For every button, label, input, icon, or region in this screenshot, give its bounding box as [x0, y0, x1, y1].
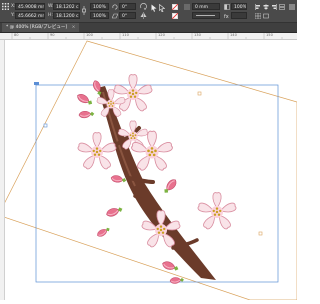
- flip-icon[interactable]: [140, 12, 147, 19]
- control-panel: X: 45.9008 mm Y: 45.6662 mm W: 18.1202 c…: [0, 0, 297, 23]
- stroke-none-slash-icon: [171, 12, 179, 20]
- opacity-field[interactable]: 100%: [231, 3, 247, 10]
- scale-y-field[interactable]: 100%: [90, 12, 109, 19]
- reference-point-icon[interactable]: [2, 3, 9, 10]
- select-tool-icon[interactable]: [151, 4, 157, 12]
- cherry-branch: [97, 86, 216, 280]
- scale-x-field[interactable]: 100%: [90, 3, 109, 10]
- close-tab-icon[interactable]: ×: [72, 25, 76, 30]
- selection-frame[interactable]: [35, 84, 279, 283]
- artboard-canvas[interactable]: [0, 40, 298, 301]
- rotate-handle[interactable]: [197, 91, 202, 96]
- grid-view-icon[interactable]: [254, 12, 262, 20]
- align-center-icon[interactable]: [263, 4, 269, 10]
- document-tab-title: * @ 400% [RGB/プレビュー]: [6, 25, 68, 30]
- distribute-icon[interactable]: [279, 4, 285, 10]
- rotated-bounding-box[interactable]: [0, 40, 298, 301]
- blend-mode-dropdown[interactable]: [231, 12, 247, 19]
- document-tab[interactable]: * @ 400% [RGB/プレビュー] ×: [2, 23, 80, 32]
- resize-handle-right[interactable]: [258, 231, 263, 236]
- artwork: [0, 40, 298, 301]
- stroke-style-dropdown[interactable]: [192, 12, 220, 19]
- align-right-icon[interactable]: [271, 4, 277, 10]
- document-tab-bar: * @ 400% [RGB/プレビュー] ×: [0, 23, 297, 33]
- shear-icon: [111, 13, 119, 19]
- stroke-weight-field[interactable]: 0 mm: [192, 3, 220, 10]
- selection-anchor[interactable]: [34, 82, 39, 85]
- fill-none-slash-icon: [171, 3, 179, 11]
- rotate-90-icon[interactable]: [140, 3, 147, 11]
- stroke-weight-icon: [184, 4, 190, 10]
- x-position-field[interactable]: 45.9008 mm: [15, 3, 45, 10]
- rotate-icon: [112, 4, 118, 10]
- direct-select-tool-icon[interactable]: [159, 3, 166, 13]
- y-position-field[interactable]: 45.6662 mm: [15, 12, 45, 19]
- shear-angle-field[interactable]: 0°: [119, 12, 136, 19]
- width-field[interactable]: 18.1202 c: [53, 3, 80, 10]
- constrain-proportions-icon[interactable]: [82, 6, 86, 15]
- effects-icon[interactable]: fx: [224, 13, 230, 20]
- screen-mode-icon[interactable]: [263, 13, 269, 19]
- height-field[interactable]: 18.1200 c: [53, 12, 80, 19]
- rotation-angle-field[interactable]: 0°: [119, 3, 136, 10]
- svg-text:fx: fx: [224, 14, 229, 19]
- align-left-icon[interactable]: [255, 4, 261, 10]
- panel-menu-icon[interactable]: [289, 4, 295, 10]
- opacity-icon: [224, 4, 230, 10]
- resize-handle-left[interactable]: [43, 123, 48, 128]
- horizontal-ruler[interactable]: 80 90 100 110 120 130 140 150: [0, 33, 297, 40]
